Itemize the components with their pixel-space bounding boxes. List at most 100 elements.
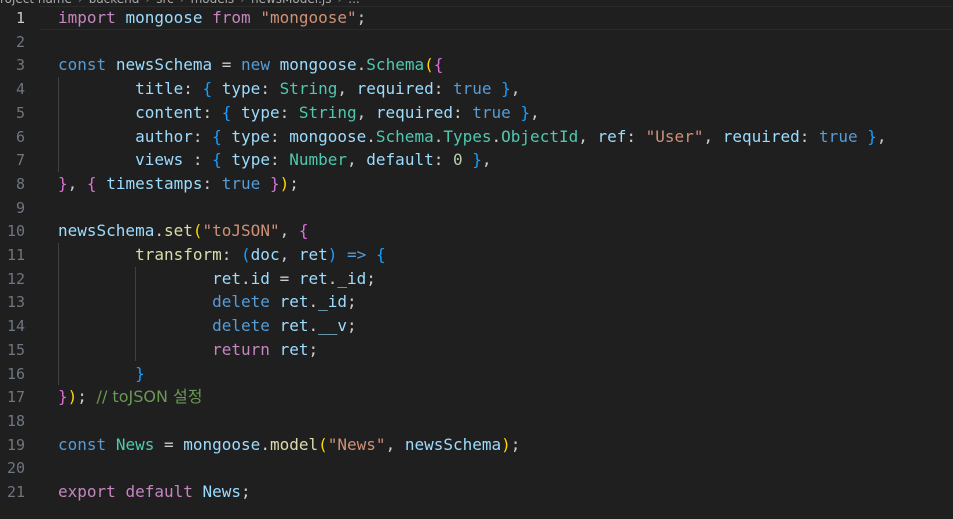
- code-text[interactable]: transform: (doc, ret) => {: [58, 243, 386, 267]
- code-token: __v: [318, 316, 348, 336]
- line-number[interactable]: 13: [0, 290, 25, 314]
- line-number[interactable]: 8: [0, 172, 25, 196]
- code-token: Schema: [375, 126, 434, 146]
- code-token: :: [626, 126, 646, 146]
- code-token: ,: [530, 102, 540, 122]
- code-text[interactable]: import mongoose from "mongoose";: [58, 6, 366, 30]
- code-line[interactable]: 20: [0, 456, 953, 480]
- code-text[interactable]: content: { type: String, required: true …: [58, 101, 540, 125]
- code-token: ,: [510, 79, 521, 99]
- line-number[interactable]: 17: [0, 385, 25, 409]
- code-text[interactable]: ret.id = ret._id;: [58, 267, 376, 291]
- code-line[interactable]: 1 import mongoose from "mongoose";: [0, 6, 953, 30]
- code-text[interactable]: const newsSchema = new mongoose.Schema({: [58, 53, 443, 77]
- code-token: import: [58, 8, 116, 27]
- code-line[interactable]: 16 }: [0, 362, 953, 386]
- code-line[interactable]: 13 delete ret._id;: [0, 290, 953, 314]
- code-line[interactable]: 14 delete ret.__v;: [0, 314, 953, 338]
- code-line[interactable]: 10 newsSchema.set("toJSON", {: [0, 219, 953, 243]
- code-line[interactable]: 21 export default News;: [0, 480, 953, 504]
- code-line[interactable]: 5 content: { type: String, required: tru…: [0, 101, 953, 125]
- code-token: }: [867, 126, 877, 146]
- code-token: ,: [67, 173, 87, 193]
- code-line[interactable]: 6 author: { type: mongoose.Schema.Types.…: [0, 125, 953, 149]
- code-text[interactable]: delete ret._id;: [58, 290, 357, 314]
- code-token: ,: [347, 150, 367, 170]
- code-token: }: [58, 387, 68, 407]
- line-number[interactable]: 5: [0, 101, 25, 125]
- code-token: "mongoose": [260, 8, 357, 27]
- line-number[interactable]: 18: [0, 409, 25, 433]
- code-token: :: [202, 173, 222, 193]
- code-token: {: [202, 79, 213, 99]
- code-line[interactable]: 11 transform: (doc, ret) => {: [0, 243, 953, 267]
- line-number[interactable]: 6: [0, 125, 25, 149]
- line-number[interactable]: 19: [0, 433, 25, 457]
- line-number[interactable]: 1: [0, 6, 25, 30]
- code-token: true: [221, 173, 261, 193]
- code-token: {: [212, 150, 222, 170]
- code-editor[interactable]: 1 import mongoose from "mongoose"; 2 3 const…: [0, 6, 953, 519]
- code-text[interactable]: }); // toJSON 설정: [58, 385, 202, 409]
- code-token: model: [269, 434, 319, 454]
- line-number[interactable]: 21: [0, 480, 25, 504]
- code-line[interactable]: 4 title: { type: String, required: true …: [0, 77, 953, 101]
- code-line[interactable]: 12 ret.id = ret._id;: [0, 267, 953, 291]
- code-token: String: [298, 102, 357, 122]
- code-token: {: [298, 221, 309, 241]
- code-text[interactable]: const News = mongoose.model("News", news…: [58, 433, 520, 457]
- code-token: ): [279, 173, 290, 193]
- code-text[interactable]: return ret;: [58, 338, 318, 362]
- code-line[interactable]: 3 const newsSchema = new mongoose.Schema(…: [0, 53, 953, 77]
- code-text[interactable]: author: { type: mongoose.Schema.Types.Ob…: [58, 125, 887, 149]
- line-number[interactable]: 11: [0, 243, 25, 267]
- code-token: default: [125, 482, 193, 501]
- line-number[interactable]: 15: [0, 338, 25, 362]
- code-token: const: [58, 434, 107, 454]
- line-number[interactable]: 4: [0, 77, 25, 101]
- line-number[interactable]: 20: [0, 456, 25, 480]
- code-line[interactable]: 19 const News = mongoose.model("News", ne…: [0, 433, 953, 457]
- line-number[interactable]: 3: [0, 53, 25, 77]
- line-number[interactable]: 9: [0, 196, 25, 220]
- line-number[interactable]: 7: [0, 148, 25, 172]
- code-token: // toJSON 설정: [96, 387, 203, 407]
- line-number[interactable]: 12: [0, 267, 25, 291]
- code-token: newsSchema: [115, 55, 213, 75]
- code-line[interactable]: 15 return ret;: [0, 338, 953, 362]
- code-text[interactable]: views : { type: Number, default: 0 },: [58, 148, 491, 172]
- line-number[interactable]: 2: [0, 30, 25, 54]
- code-text[interactable]: title: { type: String, required: true },: [58, 77, 520, 101]
- code-text[interactable]: delete ret.__v;: [58, 314, 357, 338]
- code-token: export: [58, 482, 116, 501]
- code-token: true: [819, 126, 858, 146]
- code-text[interactable]: newsSchema.set("toJSON", {: [58, 219, 308, 243]
- line-number[interactable]: 16: [0, 362, 25, 386]
- code-token: }: [520, 102, 531, 122]
- code-line[interactable]: 7 views : { type: Number, default: 0 },: [0, 148, 953, 172]
- code-text[interactable]: }, { timestamps: true });: [58, 172, 299, 196]
- line-number[interactable]: 10: [0, 219, 25, 243]
- code-token: :: [183, 79, 203, 99]
- code-token: type: [241, 102, 280, 122]
- code-token: }: [269, 173, 280, 193]
- code-line[interactable]: 9: [0, 196, 953, 220]
- code-line[interactable]: 18: [0, 409, 953, 433]
- code-line[interactable]: 17 }); // toJSON 설정: [0, 385, 953, 409]
- code-text[interactable]: }: [58, 362, 145, 386]
- line-number[interactable]: 14: [0, 314, 25, 338]
- code-token: }: [501, 79, 511, 99]
- code-line[interactable]: 2: [0, 30, 953, 54]
- code-line[interactable]: 8 }, { timestamps: true });: [0, 172, 953, 196]
- code-token: ;: [356, 8, 367, 27]
- code-token: ,: [876, 126, 887, 146]
- code-text[interactable]: export default News;: [58, 480, 251, 504]
